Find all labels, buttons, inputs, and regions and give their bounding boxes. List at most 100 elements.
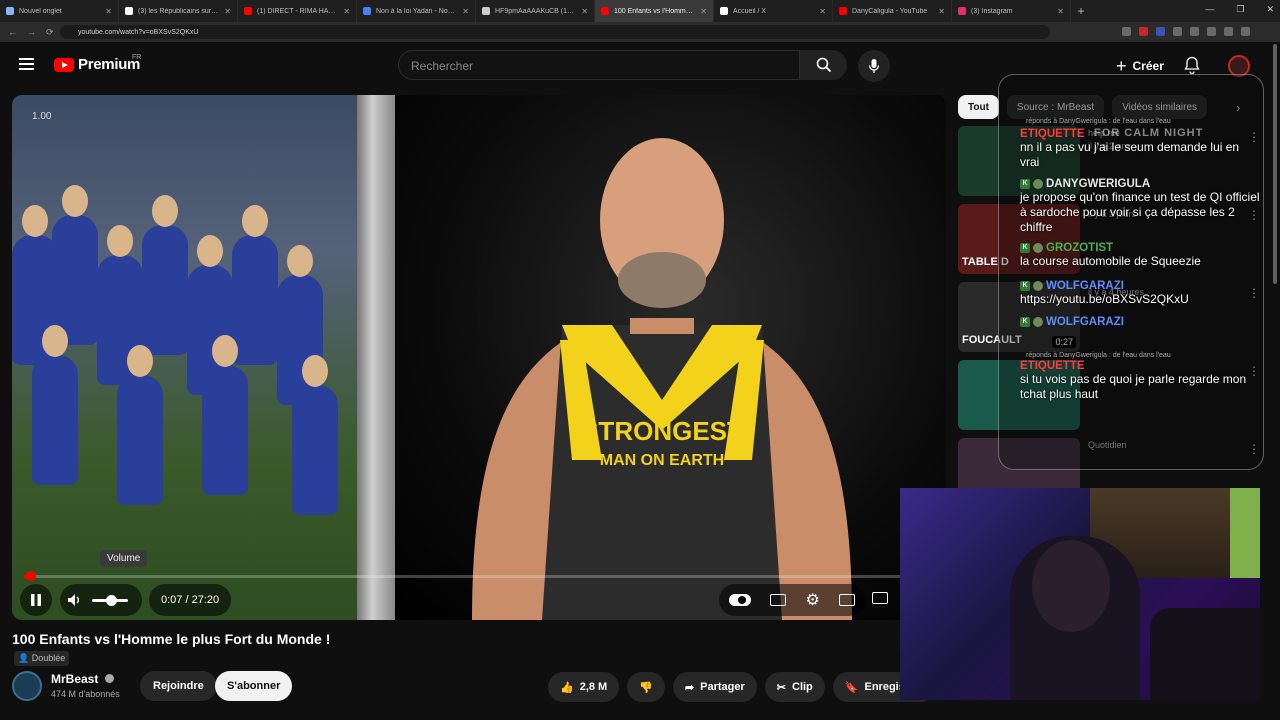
chat-text: la course automobile de Squeezie <box>1020 254 1201 268</box>
subtitles-icon[interactable] <box>770 594 787 606</box>
browser-tab[interactable]: HF9pmAaAAAKuCB (1243×2048) ✕ <box>476 0 595 22</box>
tab-title: DanyCaligula - YouTube <box>852 7 928 15</box>
browser-tab[interactable]: Non à la loi Yadan - Non à la loi ✕ <box>357 0 476 22</box>
reload-icon[interactable]: ⟳ <box>46 27 54 38</box>
clip-button[interactable]: ✂ Clip <box>764 672 825 702</box>
address-bar[interactable]: youtube.com/watch?v=oBXSvS2QKxU <box>60 25 1050 39</box>
reply-note: réponds à DanyGwerigula : de l'eau dans … <box>1026 352 1171 359</box>
autoplay-toggle[interactable] <box>728 594 751 606</box>
settings-icon[interactable]: ⚙ <box>806 590 820 610</box>
channel-avatar[interactable] <box>12 671 42 701</box>
streamer-webcam <box>900 488 1260 700</box>
progress-bar[interactable] <box>24 571 934 581</box>
chat-username: ETIQUETTE <box>1020 360 1260 372</box>
chat-username: K GROZOTIST <box>1020 242 1260 254</box>
streamer-head <box>1032 540 1110 632</box>
chat-username-text: DANYGWERIGULA <box>1046 178 1151 190</box>
like-button[interactable]: 👍 2,8 M <box>548 672 620 702</box>
webcam-plant <box>1230 488 1260 578</box>
tab-close-icon[interactable]: ✕ <box>343 7 350 16</box>
search-icon <box>816 57 831 73</box>
browser-tab[interactable]: 100 Enfants vs l'Homme le ✕ <box>595 0 714 22</box>
tab-close-icon[interactable]: ✕ <box>819 7 826 16</box>
url-text: youtube.com/watch?v=oBXSvS2QKxU <box>78 28 199 36</box>
tab-title: Non à la loi Yadan - Non à la loi <box>376 7 458 15</box>
chat-message: K GROZOTIST la course automobile de Squeez… <box>1020 242 1260 269</box>
tab-title: (3) Instagram <box>971 7 1013 15</box>
chat-username: K WOLFGARAZI <box>1020 280 1260 292</box>
tab-close-icon[interactable]: ✕ <box>224 7 231 16</box>
extension-icon[interactable] <box>1190 27 1199 36</box>
cast-icon[interactable] <box>872 592 888 604</box>
browser-tab[interactable]: DanyCaligula - YouTube ✕ <box>833 0 952 22</box>
chat-message: ETIQUETTE si tu vois pas de quoi je parle… <box>1020 360 1260 402</box>
chat-username-text: GROZOTIST <box>1046 242 1114 254</box>
channel-name-text: MrBeast <box>51 672 99 686</box>
maximize-icon[interactable]: ❐ <box>1236 4 1244 15</box>
extension-icon[interactable] <box>1207 27 1216 36</box>
chat-message: K DANYGWERIGULA je propose qu'on finance u… <box>1020 178 1260 235</box>
browser-tab[interactable]: (1) DIRECT - RIMA HASSAN ✕ <box>238 0 357 22</box>
extension-icon[interactable] <box>1241 27 1250 36</box>
volume-tooltip: Volume <box>100 550 148 567</box>
chat-username-text: WOLFGARAZI <box>1046 280 1124 292</box>
thumbs-down-icon: 👎 <box>639 681 653 694</box>
tab-close-icon[interactable]: ✕ <box>581 7 588 16</box>
tab-close-icon[interactable]: ✕ <box>938 7 945 16</box>
extension-icon[interactable] <box>1173 27 1182 36</box>
browser-tab[interactable]: (3) Instagram ✕ <box>952 0 1071 22</box>
browser-tab[interactable]: Accueil / X ✕ <box>714 0 833 22</box>
browser-tab[interactable]: Nouvel onglet ✕ <box>0 0 119 22</box>
dub-icon: 👤 <box>18 653 30 663</box>
progress-scrubber[interactable] <box>25 571 36 581</box>
chip-all[interactable]: Tout <box>958 95 999 119</box>
youtube-logo[interactable]: Premium FR <box>54 54 142 73</box>
tab-close-icon[interactable]: ✕ <box>1057 7 1064 16</box>
minimize-icon[interactable]: — <box>1205 4 1214 15</box>
join-button[interactable]: Rejoindre <box>140 671 217 701</box>
miniplayer-icon[interactable] <box>839 594 856 606</box>
forward-icon[interactable]: → <box>27 27 36 38</box>
tab-title: HF9pmAaAAAKuCB (1243×2048) <box>495 7 576 15</box>
tab-title: (1) DIRECT - RIMA HASSAN <box>257 7 338 15</box>
volume-icon[interactable] <box>67 593 83 607</box>
search-button[interactable] <box>800 50 847 80</box>
tab-title: (3) les Républicains sur X : "Face <box>138 7 219 15</box>
hamburger-icon[interactable] <box>19 58 34 70</box>
browser-tab[interactable]: (3) les Républicains sur X : "Face ✕ <box>119 0 238 22</box>
window-controls: — ❐ ✕ <box>1205 4 1274 15</box>
back-icon[interactable]: ← <box>8 27 17 38</box>
channel-name[interactable]: MrBeast <box>51 672 114 686</box>
extension-icon[interactable] <box>1122 27 1131 36</box>
region-code: FR <box>132 54 142 61</box>
voice-search-button[interactable] <box>858 50 890 82</box>
share-button[interactable]: ➦ Partager <box>672 672 757 702</box>
tab-favicon-icon <box>839 7 847 15</box>
tab-close-icon[interactable]: ✕ <box>700 7 707 16</box>
page-scrollbar[interactable] <box>1273 44 1277 284</box>
youtube-play-icon <box>54 57 74 72</box>
chat-username: K WOLFGARAZI <box>1020 316 1260 328</box>
logo-text: Premium <box>78 56 141 73</box>
goal-post <box>357 95 395 620</box>
video-player[interactable]: STRONGEST MAN ON EARTH 1.00 Volume 0:07 … <box>12 95 946 620</box>
dubbed-badge: 👤 Doublée <box>14 651 70 666</box>
extension-icon[interactable] <box>1156 27 1165 36</box>
video-frame-kids <box>12 95 357 620</box>
chat-username-text: ETIQUETTE <box>1020 128 1085 140</box>
chat-text: https://youtu.be/oBXSvS2QKxU <box>1020 292 1189 306</box>
dislike-button[interactable]: 👎 <box>627 672 665 702</box>
extension-icon[interactable] <box>1224 27 1233 36</box>
tab-close-icon[interactable]: ✕ <box>462 7 469 16</box>
subscribe-button[interactable]: S'abonner <box>215 671 293 701</box>
bell-icon <box>1184 56 1200 75</box>
time-display: 0:07 / 27:20 <box>149 584 232 616</box>
extension-icon[interactable] <box>1139 27 1148 36</box>
share-label: Partager <box>700 681 745 693</box>
close-icon[interactable]: ✕ <box>1266 4 1274 15</box>
new-tab-icon[interactable]: + <box>1071 4 1091 18</box>
search-input[interactable]: Rechercher <box>398 50 800 80</box>
tab-close-icon[interactable]: ✕ <box>105 7 112 16</box>
shirt-text-line1: STRONGEST <box>581 416 743 446</box>
play-control[interactable] <box>20 584 52 616</box>
